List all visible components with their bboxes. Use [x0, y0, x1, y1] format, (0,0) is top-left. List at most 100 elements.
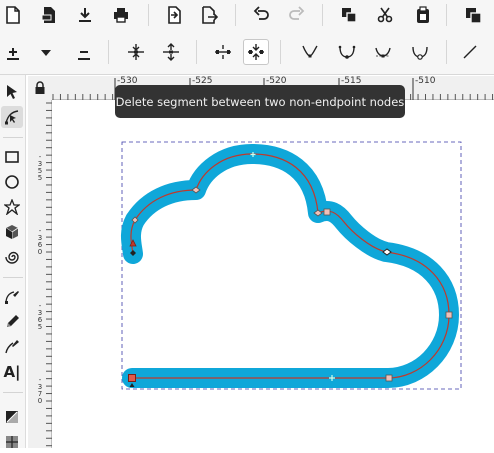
- pen-icon: [5, 291, 19, 304]
- star-tool[interactable]: [1, 196, 23, 218]
- undo-button[interactable]: [248, 2, 274, 28]
- path-node[interactable]: [323, 208, 331, 216]
- path-node[interactable]: [445, 311, 453, 319]
- copy-button[interactable]: [336, 2, 362, 28]
- pointer-icon: [7, 85, 17, 99]
- cut-button[interactable]: [372, 2, 398, 28]
- redo-icon: [289, 6, 305, 20]
- node-auto-button[interactable]: [407, 39, 433, 65]
- selector-tool[interactable]: [1, 81, 23, 103]
- break-path-icon: [163, 43, 179, 61]
- segment-line-icon: [463, 45, 477, 59]
- canvas-drawing: [121, 141, 462, 390]
- insert-node-button[interactable]: [0, 39, 26, 65]
- print-button[interactable]: [108, 2, 134, 28]
- segment-line-button[interactable]: [457, 39, 483, 65]
- export-button[interactable]: [196, 2, 222, 28]
- spiral-tool[interactable]: [1, 246, 23, 268]
- pencil-icon: [7, 315, 19, 327]
- toolbar-separator: [280, 40, 281, 64]
- ellipse-tool[interactable]: [1, 171, 23, 193]
- duplicate-button[interactable]: [460, 2, 486, 28]
- node-smooth-button[interactable]: [334, 39, 360, 65]
- calligraphy-tool[interactable]: [1, 336, 23, 358]
- new-document-button[interactable]: [0, 2, 26, 28]
- 3d-box-tool[interactable]: [1, 221, 23, 243]
- delete-node-button[interactable]: [71, 39, 97, 65]
- pencil-tool[interactable]: [1, 311, 23, 333]
- spiral-icon: [5, 251, 19, 264]
- ruler-label-text: -370: [37, 376, 43, 405]
- star-icon: [4, 199, 20, 215]
- delete-segment-icon: [248, 44, 264, 60]
- ruler-label: -355: [36, 154, 44, 182]
- gradient-tool[interactable]: [1, 406, 23, 428]
- save-button[interactable]: [72, 2, 98, 28]
- undo-icon: [253, 6, 269, 20]
- import-icon: [168, 6, 181, 24]
- calligraphy-icon: [5, 340, 19, 354]
- text-tool-label: A|: [3, 363, 21, 381]
- join-segment-icon: [215, 45, 231, 59]
- toolbar-separator: [196, 40, 197, 64]
- insert-node-icon: [7, 48, 19, 60]
- join-segment-button[interactable]: [210, 39, 236, 65]
- cloud-path-stroke[interactable]: [121, 144, 459, 388]
- toolbox-separator: [3, 392, 23, 393]
- open-document-icon: [41, 7, 55, 23]
- open-document-button[interactable]: [36, 2, 62, 28]
- ruler-label: -360: [36, 228, 44, 256]
- insert-node-menu-button[interactable]: [33, 39, 59, 65]
- toolbox: A|: [0, 75, 26, 448]
- toolbox-separator: [3, 137, 23, 138]
- export-icon: [202, 6, 218, 24]
- ruler-label-text: -360: [37, 227, 43, 256]
- tooltip: Delete segment between two non-endpoint …: [115, 85, 405, 118]
- node-cusp-icon: [302, 45, 318, 58]
- path-node[interactable]: [128, 374, 136, 382]
- tooltip-text: Delete segment between two non-endpoint …: [115, 94, 405, 109]
- toolbox-separator: [3, 277, 23, 278]
- guide-lock-toggle[interactable]: [28, 76, 52, 100]
- join-nodes-button[interactable]: [123, 39, 149, 65]
- rectangle-icon: [5, 151, 19, 163]
- import-button[interactable]: [161, 2, 187, 28]
- 3d-box-icon: [5, 225, 19, 239]
- break-path-button[interactable]: [158, 39, 184, 65]
- ruler-label: -365: [36, 303, 44, 331]
- new-document-icon: [6, 6, 20, 24]
- node-auto-icon: [412, 46, 428, 60]
- circle-icon: [5, 175, 19, 189]
- text-tool[interactable]: A|: [1, 361, 23, 383]
- print-icon: [114, 8, 128, 23]
- delete-segment-button[interactable]: [243, 39, 269, 65]
- mesh-tool[interactable]: [1, 431, 23, 453]
- node-symmetric-icon: [375, 47, 391, 58]
- toolbar-separator: [148, 4, 149, 26]
- toolbar-separator: [446, 40, 447, 64]
- gradient-icon: [6, 411, 18, 423]
- pen-tool[interactable]: [1, 286, 23, 308]
- save-icon: [79, 8, 91, 22]
- paste-icon: [417, 6, 429, 23]
- copy-icon: [342, 8, 357, 23]
- toolbar-separator: [108, 40, 109, 64]
- ruler-label-text: -355: [37, 153, 43, 182]
- drawing-canvas[interactable]: [52, 100, 494, 448]
- node-editor-icon: [5, 110, 19, 125]
- node-toolbar: [0, 30, 494, 75]
- ruler-label: -370: [36, 377, 44, 405]
- redo-button[interactable]: [284, 2, 310, 28]
- node-symmetric-button[interactable]: [370, 39, 396, 65]
- ruler-label: -510: [415, 76, 436, 86]
- node-cusp-button[interactable]: [297, 39, 323, 65]
- cut-icon: [377, 7, 393, 23]
- rectangle-tool[interactable]: [1, 146, 23, 168]
- path-node[interactable]: [385, 374, 393, 382]
- toolbar-separator: [446, 4, 447, 26]
- duplicate-icon: [466, 8, 482, 24]
- paste-button[interactable]: [410, 2, 436, 28]
- delete-node-icon: [78, 51, 90, 60]
- vertical-ruler[interactable]: -355 -360 -365 -370: [28, 100, 52, 448]
- node-editor-tool[interactable]: [1, 106, 23, 128]
